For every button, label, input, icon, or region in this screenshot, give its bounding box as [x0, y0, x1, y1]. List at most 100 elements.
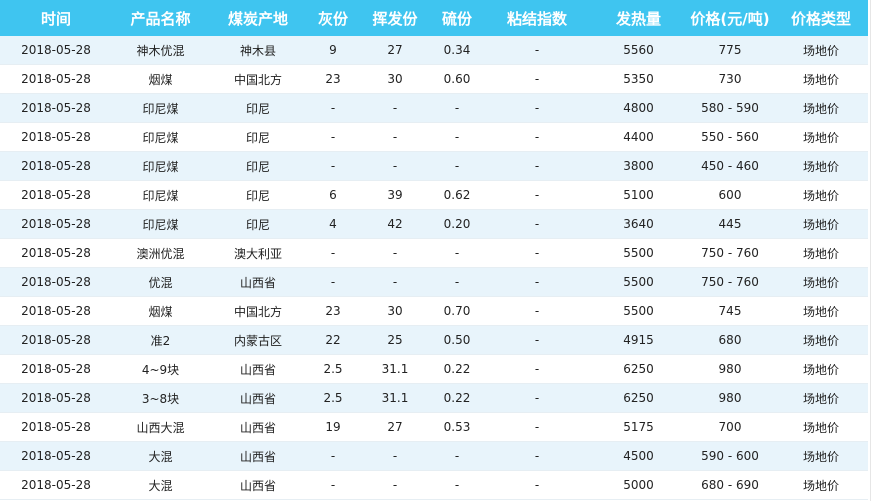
column-header-price-type: 价格类型 [774, 0, 868, 36]
cell-caking-index: - [483, 325, 591, 355]
cell-time: 2018-05-28 [0, 470, 112, 500]
cell-sulfur: 0.34 [431, 36, 483, 65]
cell-origin: 印尼 [209, 209, 307, 239]
cell-caking-index: - [483, 122, 591, 152]
cell-calorific-value: 3800 [591, 151, 686, 181]
cell-time: 2018-05-28 [0, 64, 112, 94]
cell-sulfur: - [431, 441, 483, 471]
coal-price-table-container: 时间 产品名称 煤炭产地 灰份 挥发份 硫份 粘结指数 发热量 价格(元/吨) 价格类型 2018… [0, 0, 871, 501]
cell-volatile: 25 [359, 325, 431, 355]
cell-price: 700 [686, 412, 774, 442]
cell-time: 2018-05-28 [0, 151, 112, 181]
cell-ash: - [307, 267, 359, 297]
table-body: 2018-05-28 神木优混 神木县 9 27 0.34-5560 775 场地价 2018-… [0, 36, 868, 500]
cell-caking-index: - [483, 93, 591, 123]
cell-time: 2018-05-28 [0, 180, 112, 210]
cell-volatile: - [359, 151, 431, 181]
table-row: 2018-05-28 印尼煤 印尼 - - - -4400 550 - 560 场地价 [0, 122, 868, 152]
table-row: 2018-05-28 大混 山西省 - - - -4500 590 - 600 场地价 [0, 441, 868, 471]
cell-price-type: 场地价 [774, 122, 868, 152]
cell-ash: 22 [307, 325, 359, 355]
cell-product-name: 4~9块 [112, 354, 209, 384]
cell-product-name: 印尼煤 [112, 93, 209, 123]
table-row: 2018-05-28 3~8块 山西省 2.5 31.1 0.22-6250 980 场地价 [0, 383, 868, 413]
cell-calorific-value: 5500 [591, 238, 686, 268]
cell-price: 680 - 690 [686, 470, 774, 500]
cell-sulfur: - [431, 93, 483, 123]
cell-caking-index: - [483, 354, 591, 384]
cell-price: 730 [686, 64, 774, 94]
table-row: 2018-05-28 印尼煤 印尼 - - - -3800 450 - 460 场地价 [0, 151, 868, 181]
column-header-time: 时间 [0, 0, 112, 36]
cell-sulfur: 0.22 [431, 383, 483, 413]
cell-price: 550 - 560 [686, 122, 774, 152]
cell-volatile: - [359, 267, 431, 297]
column-header-ash: 灰份 [307, 0, 359, 36]
cell-ash: 4 [307, 209, 359, 239]
cell-ash: - [307, 93, 359, 123]
cell-calorific-value: 4500 [591, 441, 686, 471]
cell-caking-index: - [483, 36, 591, 65]
cell-price-type: 场地价 [774, 180, 868, 210]
cell-price-type: 场地价 [774, 151, 868, 181]
cell-volatile: - [359, 441, 431, 471]
cell-calorific-value: 5350 [591, 64, 686, 94]
cell-origin: 澳大利亚 [209, 238, 307, 268]
column-header-caking-index: 粘结指数 [483, 0, 591, 36]
cell-price-type: 场地价 [774, 93, 868, 123]
cell-origin: 山西省 [209, 412, 307, 442]
cell-origin: 印尼 [209, 122, 307, 152]
cell-origin: 山西省 [209, 470, 307, 500]
cell-sulfur: - [431, 151, 483, 181]
cell-caking-index: - [483, 470, 591, 500]
cell-volatile: 31.1 [359, 383, 431, 413]
cell-origin: 印尼 [209, 151, 307, 181]
cell-ash: - [307, 470, 359, 500]
column-header-calorific-value: 发热量 [591, 0, 686, 36]
cell-time: 2018-05-28 [0, 354, 112, 384]
cell-product-name: 准2 [112, 325, 209, 355]
column-header-origin: 煤炭产地 [209, 0, 307, 36]
cell-ash: - [307, 441, 359, 471]
table-row: 2018-05-28 神木优混 神木县 9 27 0.34-5560 775 场地价 [0, 36, 868, 65]
cell-time: 2018-05-28 [0, 209, 112, 239]
cell-price: 750 - 760 [686, 267, 774, 297]
cell-volatile: 27 [359, 36, 431, 65]
cell-volatile: 42 [359, 209, 431, 239]
cell-caking-index: - [483, 441, 591, 471]
cell-product-name: 优混 [112, 267, 209, 297]
cell-caking-index: - [483, 180, 591, 210]
cell-price-type: 场地价 [774, 64, 868, 94]
cell-ash: - [307, 122, 359, 152]
cell-time: 2018-05-28 [0, 122, 112, 152]
cell-price: 590 - 600 [686, 441, 774, 471]
cell-ash: - [307, 238, 359, 268]
cell-ash: 9 [307, 36, 359, 65]
cell-volatile: 30 [359, 64, 431, 94]
cell-calorific-value: 5175 [591, 412, 686, 442]
cell-ash: - [307, 151, 359, 181]
cell-caking-index: - [483, 383, 591, 413]
cell-origin: 山西省 [209, 441, 307, 471]
cell-price-type: 场地价 [774, 238, 868, 268]
cell-price: 450 - 460 [686, 151, 774, 181]
cell-caking-index: - [483, 151, 591, 181]
table-header-row: 时间 产品名称 煤炭产地 灰份 挥发份 硫份 粘结指数 发热量 价格(元/吨) 价格类型 [0, 0, 868, 36]
cell-calorific-value: 4915 [591, 325, 686, 355]
cell-sulfur: 0.50 [431, 325, 483, 355]
cell-volatile: - [359, 122, 431, 152]
cell-origin: 内蒙古区 [209, 325, 307, 355]
table-row: 2018-05-28 山西大混 山西省 19 27 0.53-5175 700 场地价 [0, 412, 868, 442]
cell-price: 750 - 760 [686, 238, 774, 268]
cell-price: 445 [686, 209, 774, 239]
table-row: 2018-05-28 4~9块 山西省 2.5 31.1 0.22-6250 980 场地价 [0, 354, 868, 384]
cell-origin: 中国北方 [209, 296, 307, 326]
cell-caking-index: - [483, 209, 591, 239]
cell-price-type: 场地价 [774, 354, 868, 384]
cell-sulfur: - [431, 122, 483, 152]
table-row: 2018-05-28 大混 山西省 - - - -5000 680 - 690 场地价 [0, 470, 868, 500]
cell-product-name: 印尼煤 [112, 209, 209, 239]
table-row: 2018-05-28 优混 山西省 - - - -5500 750 - 760 场地价 [0, 267, 868, 297]
table-row: 2018-05-28 准2 内蒙古区 22 25 0.50-4915 680 场地价 [0, 325, 868, 355]
cell-sulfur: - [431, 267, 483, 297]
